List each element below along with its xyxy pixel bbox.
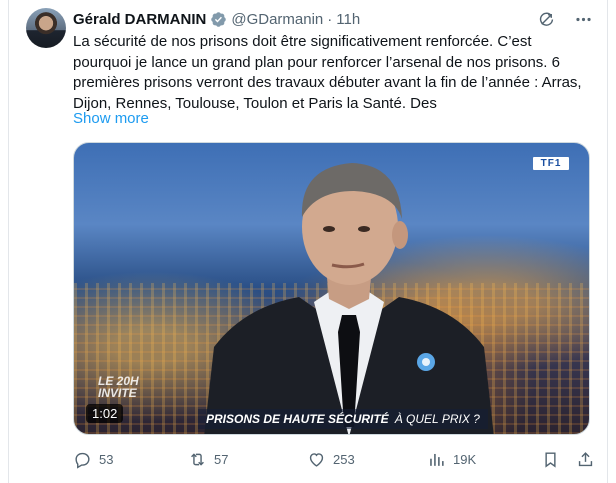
like-button[interactable]: 253 <box>307 450 427 469</box>
share-icon <box>578 451 593 466</box>
more-icon[interactable] <box>574 10 593 29</box>
channel-logo-text: TF1 <box>540 158 562 169</box>
reply-icon <box>75 452 90 469</box>
tweet-text: La sécurité de nos prisons doit être sig… <box>73 33 582 112</box>
repost-icon <box>191 452 204 466</box>
tweet-actions: 53 57 253 19K <box>73 449 595 469</box>
show-more-link[interactable]: Show more <box>73 110 149 127</box>
views-count: 19K <box>453 451 477 467</box>
tweet-card[interactable]: Gérald DARMANIN @GDarmanin · 11h La sécu… <box>8 0 608 483</box>
separator-dot: · <box>327 10 333 28</box>
reply-count: 53 <box>99 451 114 467</box>
like-icon <box>309 452 324 467</box>
views-icon <box>430 453 444 466</box>
reply-button[interactable]: 53 <box>73 450 188 469</box>
bookmark-button[interactable] <box>541 450 560 469</box>
verified-badge-icon <box>210 11 227 28</box>
share-button[interactable] <box>576 450 595 469</box>
like-count: 253 <box>333 451 355 467</box>
tweet-header: Gérald DARMANIN @GDarmanin · 11h <box>73 9 593 29</box>
video-duration: 1:02 <box>86 404 124 423</box>
banner-title: PRISONS DE HAUTE SÉCURITÉ <box>206 412 389 426</box>
views-button[interactable]: 19K <box>427 450 522 469</box>
video-speaker-figure <box>204 163 494 434</box>
show-tag-line2: INVITE <box>98 386 137 400</box>
show-tag: LE 20H INVITE <box>98 375 139 399</box>
lower-third-banner: PRISONS DE HAUTE SÉCURITÉ À QUEL PRIX ? <box>198 409 488 429</box>
channel-logo: TF1 <box>533 157 569 170</box>
repost-count: 57 <box>214 451 229 467</box>
author-name[interactable]: Gérald DARMANIN <box>73 11 206 28</box>
author-handle[interactable]: @GDarmanin <box>231 11 323 28</box>
video-player[interactable]: TF1 LE 20H INVITE PRISONS DE HAUTE SÉCUR… <box>73 142 590 435</box>
avatar[interactable] <box>26 8 66 48</box>
bookmark-icon <box>545 451 556 468</box>
banner-subtitle: À QUEL PRIX ? <box>394 412 480 426</box>
grok-icon[interactable] <box>537 10 556 29</box>
tweet-timestamp[interactable]: 11h <box>336 11 360 28</box>
repost-button[interactable]: 57 <box>188 450 307 469</box>
